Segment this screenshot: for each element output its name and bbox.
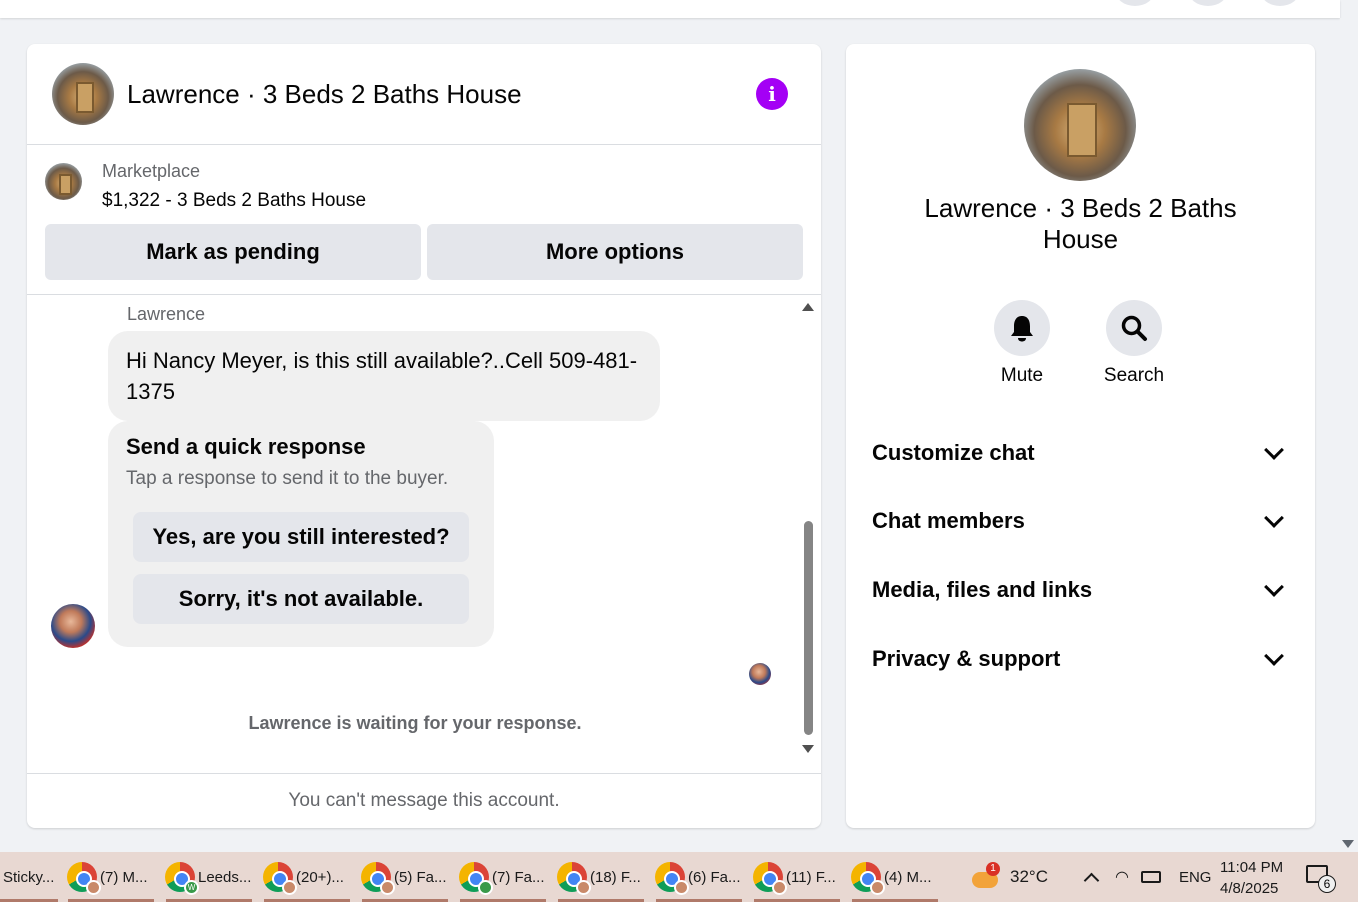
mute-button[interactable] [994,300,1050,356]
taskbar-item-chrome[interactable]: (20+)... [258,852,356,902]
composer-disabled-notice: You can't message this account. [27,773,821,828]
quick-response-subtitle: Tap a response to send it to the buyer. [126,468,449,489]
quick-response-title: Send a quick response [126,434,366,459]
nav-menu-button[interactable] [1115,0,1155,6]
taskbar-item-label: (4) M... [884,868,932,886]
section-label: Customize chat [872,440,1035,465]
nav-profile-button[interactable] [1260,0,1300,6]
quick-response-card: Send a quick response Tap a response to … [108,421,494,647]
clock-date: 4/8/2025 [1220,880,1279,897]
chrome-icon [753,862,787,895]
chrome-icon [459,862,493,895]
section-privacy-support[interactable]: Privacy & support [872,639,1289,679]
quick-reply-still-interested-button[interactable]: Yes, are you still interested? [133,512,469,562]
language-indicator[interactable]: ENG [1179,869,1212,886]
section-label: Media, files and links [872,577,1093,602]
message-scrollbar[interactable] [801,299,815,753]
message-thread: Lawrence Hi Nancy Meyer, is this still a… [27,295,821,773]
taskbar-item-label: (7) Fa... [492,868,545,886]
section-customize-chat[interactable]: Customize chat [872,433,1289,473]
chevron-down-icon [1264,646,1284,666]
taskbar-item-chrome[interactable]: (11) F... [748,852,846,902]
taskbar-item-label: (18) F... [590,868,641,886]
chrome-icon [361,862,395,895]
taskbar-item-chrome[interactable]: (7) M... [62,852,160,902]
listing-price-title[interactable]: $1,322 - 3 Beds 2 Baths House [102,190,803,212]
info-icon[interactable]: i [756,78,788,110]
info-avatar[interactable] [1024,69,1136,181]
taskbar-item-label: Leeds... [198,868,252,886]
chevron-down-icon [1264,440,1284,460]
marketplace-listing: Marketplace $1,322 - 3 Beds 2 Baths Hous… [27,145,821,295]
chevron-down-icon [1264,577,1284,597]
clock-time: 11:04 PM [1220,859,1284,876]
search-button[interactable] [1106,300,1162,356]
taskbar-item-label: (11) F... [786,868,836,886]
scroll-up-arrow-icon[interactable] [802,303,814,311]
windows-taskbar: Sticky... (7) M... W Leeds... (20+)... (… [0,852,1358,902]
chrome-icon [851,862,885,895]
page-scrollbar[interactable] [1340,18,1358,852]
mark-as-pending-button[interactable]: Mark as pending [45,224,421,280]
temperature[interactable]: 32°C [1010,867,1048,887]
chat-title[interactable]: Lawrence · 3 Beds 2 Baths House [127,79,522,110]
sender-avatar[interactable] [51,604,95,648]
search-action[interactable]: Search [1089,300,1179,387]
taskbar-item-label: (6) Fa... [688,868,741,886]
chat-info-panel: Lawrence · 3 Beds 2 Baths House Mute Sea… [846,44,1315,828]
scroll-down-arrow-icon[interactable] [1342,840,1354,848]
bell-icon [1011,316,1033,342]
weather-badge: 1 [986,862,1000,876]
taskbar-item-chrome[interactable]: (4) M... [846,852,944,902]
wifi-icon[interactable]: ◠ [1115,867,1129,887]
info-title: Lawrence · 3 Beds 2 Baths House [924,193,1237,254]
taskbar-item-label: (20+)... [296,868,344,886]
taskbar-item-sticky-notes[interactable]: Sticky... [0,852,62,902]
scrollbar-thumb[interactable] [804,521,813,735]
section-label: Chat members [872,508,1025,533]
search-label: Search [1103,365,1165,386]
taskbar-item-chrome[interactable]: (18) F... [552,852,650,902]
more-options-button[interactable]: More options [427,224,803,280]
chat-panel: Lawrence · 3 Beds 2 Baths House i Market… [27,44,821,828]
mute-action[interactable]: Mute [977,300,1067,387]
notification-count: 6 [1318,875,1336,893]
chrome-icon [67,862,101,895]
taskbar-item-label: (7) M... [100,868,148,886]
section-chat-members[interactable]: Chat members [872,501,1289,541]
notification-center[interactable]: 6 [1306,865,1336,893]
listing-thumbnail[interactable] [45,163,82,200]
battery-icon[interactable] [1140,871,1161,883]
seen-indicator-avatar [749,663,771,685]
listing-avatar[interactable] [52,63,114,125]
taskbar-item-chrome[interactable]: W Leeds... [160,852,258,902]
top-navigation-bar [0,0,1340,18]
weather-icon[interactable]: 1 [970,862,1000,892]
incoming-message-bubble: Hi Nancy Meyer, is this still available?… [108,331,660,421]
chevron-down-icon [1264,508,1284,528]
chevron-up-icon[interactable] [1083,872,1100,888]
system-tray: 1 32°C ◠ ENG [970,852,1211,902]
chrome-icon [655,862,689,895]
chrome-icon [557,862,591,895]
quick-reply-not-available-button[interactable]: Sorry, it's not available. [133,574,469,624]
taskbar-item-chrome[interactable]: (6) Fa... [650,852,748,902]
waiting-status-text: Lawrence is waiting for your response. [248,713,582,733]
taskbar-item-label: (5) Fa... [394,868,447,886]
section-label: Privacy & support [872,646,1061,671]
chrome-icon: W [165,862,199,895]
taskbar-item-label: Sticky... [3,868,55,886]
chat-header: Lawrence · 3 Beds 2 Baths House i [27,44,821,145]
marketplace-label: Marketplace [102,161,201,181]
chrome-icon [263,862,297,895]
nav-messenger-button[interactable] [1188,0,1228,6]
section-media-files-links[interactable]: Media, files and links [872,570,1289,610]
clock[interactable]: 11:04 PM 4/8/2025 [1220,857,1283,899]
scroll-down-arrow-icon[interactable] [802,745,814,753]
sender-name: Lawrence [127,304,206,324]
search-icon [1121,315,1147,341]
mute-label: Mute [1000,365,1044,386]
taskbar-item-chrome[interactable]: (7) Fa... [454,852,552,902]
taskbar-item-chrome[interactable]: (5) Fa... [356,852,454,902]
